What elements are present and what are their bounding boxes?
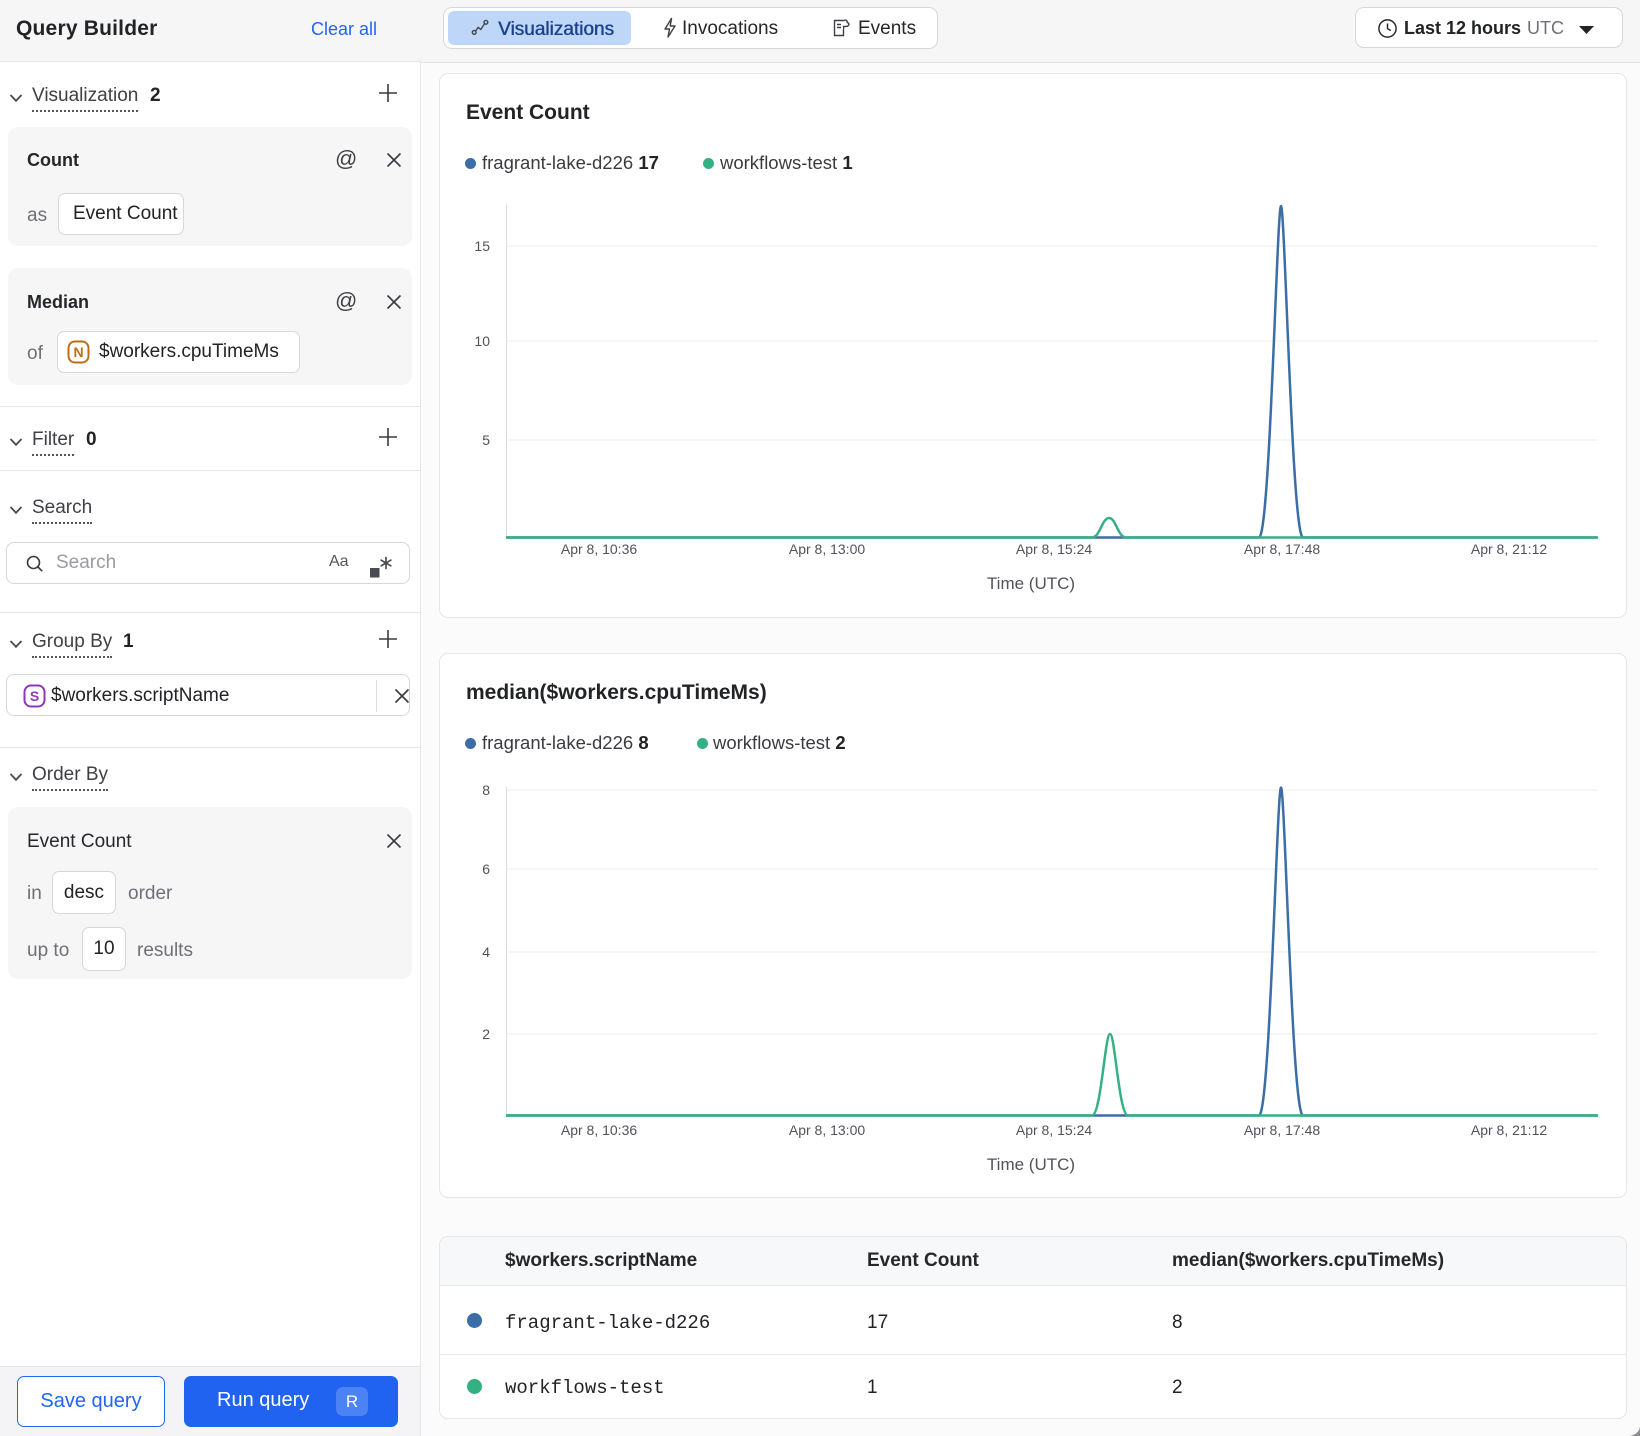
svg-text:2: 2 [482, 1026, 490, 1042]
svg-text:Time (UTC): Time (UTC) [987, 1155, 1075, 1174]
svg-text:10: 10 [474, 333, 490, 349]
svg-text:Apr 8, 10:36: Apr 8, 10:36 [561, 541, 637, 557]
svg-text:6: 6 [482, 861, 490, 877]
svg-text:Apr 8, 21:12: Apr 8, 21:12 [1471, 541, 1547, 557]
svg-text:Apr 8, 17:48: Apr 8, 17:48 [1244, 541, 1320, 557]
svg-text:Apr 8, 15:24: Apr 8, 15:24 [1016, 541, 1092, 557]
svg-text:8: 8 [482, 782, 490, 798]
svg-text:15: 15 [474, 238, 490, 254]
svg-text:Apr 8, 17:48: Apr 8, 17:48 [1244, 1122, 1320, 1138]
svg-text:N: N [73, 344, 83, 360]
svg-text:Apr 8, 21:12: Apr 8, 21:12 [1471, 1122, 1547, 1138]
svg-text:S: S [30, 688, 39, 704]
svg-text:Time (UTC): Time (UTC) [987, 574, 1075, 593]
svg-text:4: 4 [482, 944, 490, 960]
svg-text:Apr 8, 13:00: Apr 8, 13:00 [789, 541, 865, 557]
svg-text:Apr 8, 15:24: Apr 8, 15:24 [1016, 1122, 1092, 1138]
svg-text:5: 5 [482, 432, 490, 448]
svg-text:Apr 8, 10:36: Apr 8, 10:36 [561, 1122, 637, 1138]
svg-text:Apr 8, 13:00: Apr 8, 13:00 [789, 1122, 865, 1138]
